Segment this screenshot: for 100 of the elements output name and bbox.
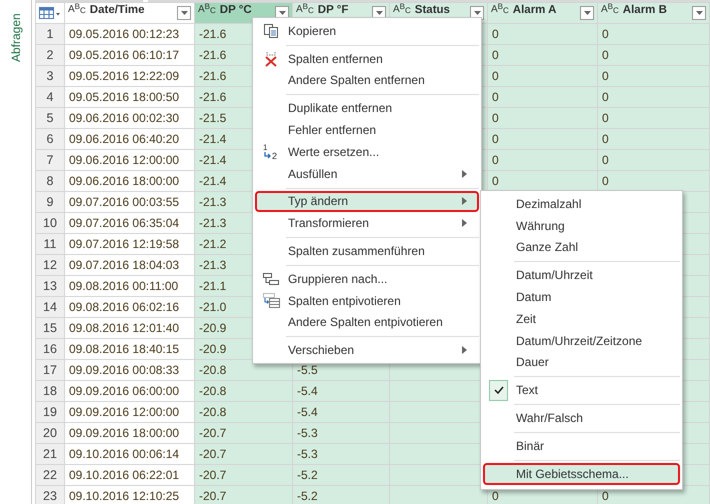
- table-cell: 0: [602, 153, 609, 167]
- table-cell: -21.3: [199, 216, 226, 230]
- table-cell: 0: [492, 48, 499, 62]
- menu-item[interactable]: 1 2 Werte ersetzen...: [255, 140, 479, 163]
- table-cell: -21.5: [199, 111, 226, 125]
- table-cell: 0: [602, 111, 609, 125]
- table-cell: -20.7: [199, 426, 226, 440]
- menu-item[interactable]: Transformieren: [255, 212, 479, 234]
- menu-item[interactable]: Dauer: [483, 352, 680, 374]
- table-cell: 09.08.2016 18:40:15: [69, 342, 180, 356]
- table-cell: 09.10.2016 12:10:25: [69, 489, 180, 503]
- table-cell: -20.7: [199, 447, 226, 461]
- table-cell: -20.8: [199, 405, 226, 419]
- table-cell: -20.9: [199, 321, 226, 335]
- copy-icon: [262, 22, 278, 39]
- caret-icon: [278, 11, 286, 15]
- table-cell: 09.08.2016 12:01:40: [69, 321, 180, 335]
- row-number: 14: [36, 296, 64, 318]
- table-cell: -21.4: [199, 132, 226, 146]
- menu-item[interactable]: Text: [483, 379, 680, 402]
- table-cell: 09.10.2016 06:22:01: [69, 468, 180, 482]
- table-cell: 09.06.2016 06:40:20: [69, 132, 180, 146]
- table-cell: 0: [492, 111, 499, 125]
- menu-item[interactable]: Andere Spalten entpivotieren: [255, 312, 479, 334]
- table-cell: -5.2: [297, 468, 318, 482]
- submenu-arrow-icon: [462, 346, 467, 354]
- table-cell: -21.6: [199, 90, 226, 104]
- submenu-arrow-icon: [462, 170, 467, 178]
- menu-item[interactable]: Typ ändern: [255, 190, 479, 212]
- menu-item[interactable]: Spalten entpivotieren: [255, 290, 479, 312]
- column-title: DP °C: [220, 4, 253, 17]
- menu-item[interactable]: Datum: [483, 286, 680, 308]
- row-number: 23: [36, 486, 64, 504]
- table-cell: 09.10.2016 00:06:14: [69, 447, 180, 461]
- filter-dropdown[interactable]: [177, 6, 191, 20]
- caret-icon: [696, 11, 702, 15]
- table-cell: 0: [602, 132, 609, 146]
- row-number: 7: [36, 150, 64, 170]
- menu-item[interactable]: Ganze Zahl: [483, 236, 680, 258]
- menu-item[interactable]: Datum/Uhrzeit/Zeitzone: [483, 330, 680, 352]
- row-number: 9: [36, 192, 64, 212]
- table-cell: -5.5: [297, 363, 318, 377]
- caret-icon: [474, 11, 480, 15]
- table-cell: 0: [492, 132, 499, 146]
- menu-item[interactable]: Mit Gebietsschema...: [483, 462, 680, 485]
- table-cell: -20.7: [199, 489, 226, 503]
- table-cell: -5.4: [297, 405, 318, 419]
- table-cell: -21.2: [199, 237, 226, 251]
- table-cell: 0: [492, 69, 499, 83]
- row-number: 10: [36, 212, 64, 234]
- table-cell: -21.6: [199, 27, 226, 41]
- menu-item[interactable]: Datum/Uhrzeit: [483, 264, 680, 286]
- table-cell: 09.07.2016 00:03:55: [69, 195, 180, 209]
- row-number: 18: [36, 380, 64, 402]
- menu-item[interactable]: Spalten entfernen: [255, 48, 479, 70]
- caret-icon: [376, 11, 382, 15]
- menu-item[interactable]: Ausfüllen: [255, 162, 479, 185]
- filter-dropdown[interactable]: [580, 6, 594, 20]
- table-cell: 09.09.2016 18:00:00: [69, 426, 180, 440]
- menu-item[interactable]: Binär: [483, 434, 680, 457]
- table-menu-button[interactable]: [36, 2, 64, 24]
- table-cell: -21.3: [199, 258, 226, 272]
- row-number: 2: [36, 44, 64, 66]
- table-cell: 0: [602, 48, 609, 62]
- table-cell: 09.07.2016 18:04:03: [69, 258, 180, 272]
- column-title: Alarm B: [622, 4, 668, 17]
- table-cell: 0: [602, 489, 609, 503]
- table-cell: 0: [492, 90, 499, 104]
- menu-item[interactable]: Währung: [483, 214, 680, 237]
- menu-item[interactable]: Dezimalzahl: [483, 193, 680, 215]
- row-number: 21: [36, 444, 64, 464]
- table-cell: 09.06.2016 12:00:00: [69, 153, 180, 167]
- menu-item[interactable]: Zeit: [483, 308, 680, 330]
- menu-item[interactable]: Fehler entfernen: [255, 119, 479, 141]
- group-icon: [262, 272, 280, 286]
- queries-label[interactable]: Abfragen: [8, 8, 22, 62]
- column-title: Alarm A: [512, 4, 558, 17]
- menu-item[interactable]: Verschieben: [255, 339, 479, 362]
- row-number: 19: [36, 402, 64, 422]
- menu-item[interactable]: Wahr/Falsch: [483, 407, 680, 429]
- table-cell: -5.3: [297, 426, 318, 440]
- row-number: 12: [36, 254, 64, 276]
- menu-item[interactable]: Spalten zusammenführen: [255, 240, 479, 262]
- menu-item[interactable]: Gruppieren nach...: [255, 268, 479, 290]
- menu-item[interactable]: Andere Spalten entfernen: [255, 70, 479, 92]
- row-number: 6: [36, 128, 64, 150]
- submenu-arrow-icon: [462, 219, 467, 228]
- menu-item[interactable]: Duplikate entfernen: [255, 97, 479, 120]
- table-cell: 09.09.2016 00:08:33: [69, 363, 180, 377]
- table-cell: -21.6: [199, 48, 226, 62]
- delete-icon: [262, 50, 278, 67]
- row-number: 16: [36, 338, 64, 360]
- column-title: Status: [414, 4, 451, 17]
- table-cell: 09.07.2016 12:19:58: [69, 237, 180, 251]
- filter-dropdown[interactable]: [692, 6, 706, 20]
- table-cell: 09.09.2016 12:00:00: [69, 405, 180, 419]
- table-cell: -5.3: [297, 447, 318, 461]
- table-cell: -21.4: [199, 174, 226, 188]
- table-cell: 09.08.2016 06:02:16: [69, 300, 180, 314]
- row-number: 15: [36, 318, 64, 338]
